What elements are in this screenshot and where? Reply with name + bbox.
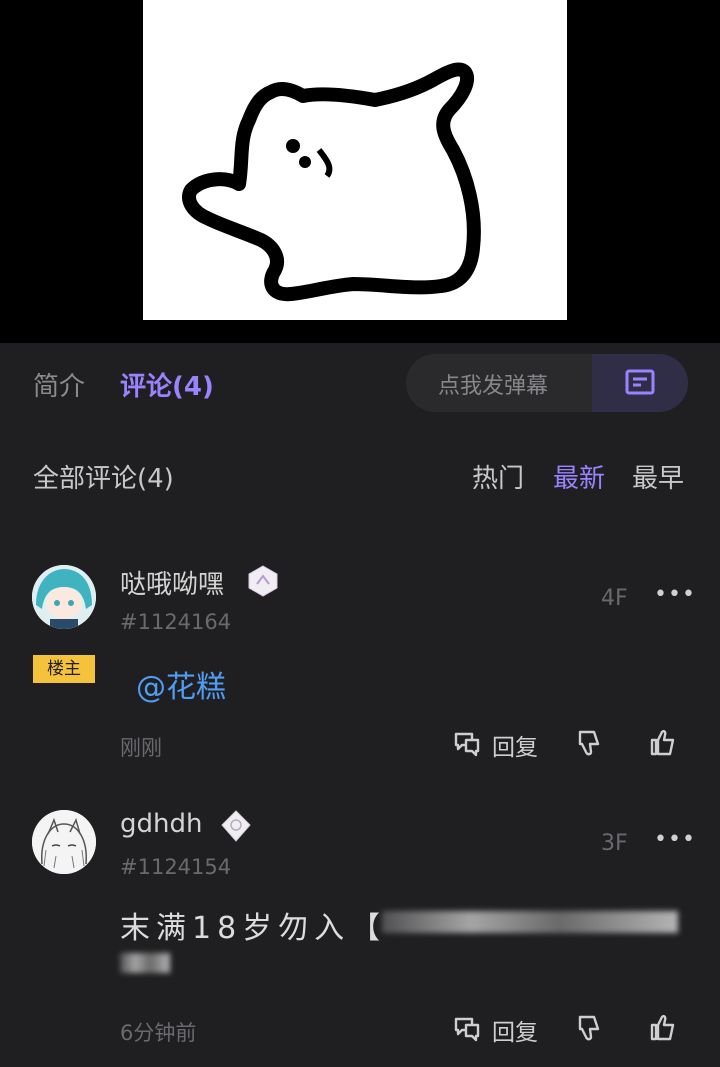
tab-comments[interactable]: 评论(4) (120, 366, 214, 403)
avatar[interactable] (32, 810, 96, 874)
tab-bar: 简介 评论(4) 点我发弹幕 (0, 343, 720, 423)
blurred-text (120, 953, 170, 973)
all-comments-title: 全部评论(4) (33, 464, 174, 494)
username[interactable]: gdhdh (120, 809, 202, 839)
sort-oldest[interactable]: 最早 (632, 458, 684, 495)
badge-icon (248, 565, 278, 597)
floor-number: 3F (601, 831, 628, 856)
media-area (0, 0, 720, 343)
mention-text[interactable]: @花糕 (136, 662, 226, 706)
more-icon[interactable]: ••• (654, 827, 696, 852)
dislike-icon[interactable] (574, 1013, 604, 1043)
reply-label[interactable]: 回复 (492, 728, 538, 762)
danmaku-placeholder: 点我发弹幕 (438, 374, 549, 399)
reply-icon[interactable] (452, 1013, 482, 1043)
like-icon[interactable] (648, 1013, 678, 1043)
more-icon[interactable]: ••• (654, 582, 696, 607)
avatar[interactable] (32, 565, 96, 629)
danmaku-button[interactable] (592, 354, 688, 412)
blurred-text (382, 911, 678, 933)
cat-doodle-image[interactable] (143, 0, 567, 320)
user-id: #1124154 (120, 855, 232, 879)
comment-item: 哒哦呦嘿 #1124164 4F ••• 楼主 @花糕 刚刚 回复 (0, 560, 720, 800)
danmaku-input[interactable]: 点我发弹幕 (406, 354, 688, 412)
reply-label[interactable]: 回复 (492, 1013, 538, 1047)
comment-actions: 回复 (452, 1009, 702, 1049)
comment-actions: 回复 (452, 724, 702, 764)
comment-filter-row: 全部评论(4) 热门 最新 最早 (0, 423, 720, 523)
cat-drawing (182, 62, 481, 302)
comment-text: 末满18岁勿入【 (120, 911, 387, 946)
user-id: #1124164 (120, 610, 232, 634)
comment-item: gdhdh #1124154 3F ••• 末满18岁勿入【 6分钟前 回复 (0, 805, 720, 1067)
sort-hot[interactable]: 热门 (472, 458, 524, 495)
dislike-icon[interactable] (574, 728, 604, 758)
tab-intro[interactable]: 简介 (33, 366, 85, 403)
timestamp: 6分钟前 (120, 1021, 197, 1045)
username[interactable]: 哒哦呦嘿 (120, 564, 224, 601)
owner-tag: 楼主 (33, 655, 95, 683)
badge-icon (221, 810, 251, 842)
floor-number: 4F (601, 586, 628, 611)
reply-icon[interactable] (452, 728, 482, 758)
danmaku-icon (625, 369, 655, 395)
sort-newest[interactable]: 最新 (553, 458, 605, 495)
timestamp: 刚刚 (120, 736, 162, 760)
like-icon[interactable] (648, 728, 678, 758)
